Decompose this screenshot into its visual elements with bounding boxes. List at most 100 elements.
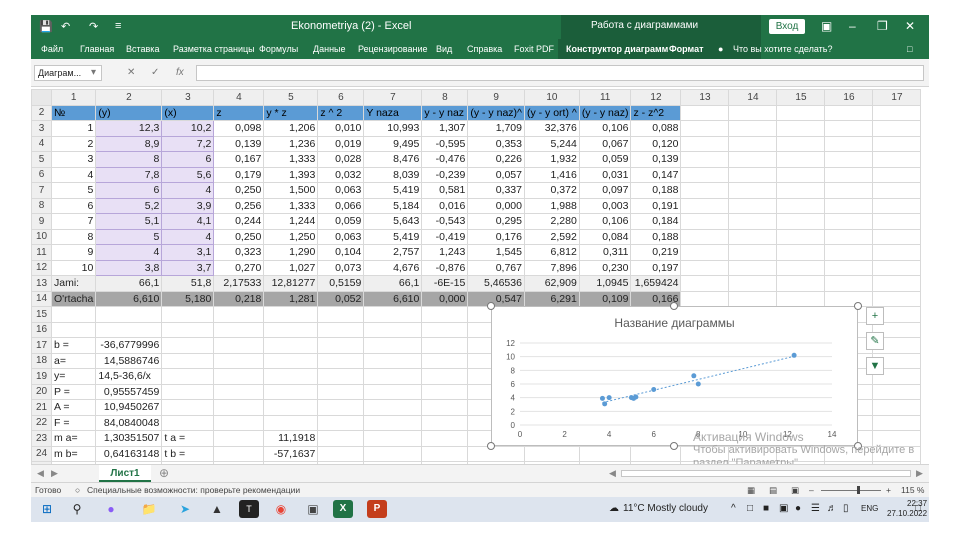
minimize-icon[interactable]: – (849, 19, 856, 33)
cell[interactable] (872, 259, 922, 276)
chart-elements-button[interactable]: + (866, 307, 884, 325)
page-break-view-icon[interactable]: ▣ (791, 485, 799, 496)
cell[interactable]: 5,184 (363, 197, 423, 214)
cell[interactable] (776, 197, 826, 214)
cell[interactable] (95, 321, 163, 338)
cell[interactable] (263, 337, 319, 354)
cell[interactable]: 0,184 (630, 213, 682, 230)
excel-taskbar-icon[interactable]: X (333, 500, 353, 518)
formula-input[interactable] (196, 65, 924, 81)
cell[interactable] (872, 399, 922, 416)
tray-chevron-icon[interactable]: ^ (731, 503, 736, 514)
row-header[interactable]: 19 (31, 368, 52, 385)
cell[interactable]: 1,709 (467, 120, 525, 137)
cell[interactable]: 3,9 (161, 197, 215, 214)
cell[interactable] (161, 414, 215, 431)
cell[interactable]: 1,545 (467, 244, 525, 261)
cell[interactable] (824, 275, 874, 292)
cell[interactable] (680, 151, 730, 168)
cell[interactable]: 0,032 (317, 166, 365, 183)
cell[interactable]: -36,6779996 (95, 337, 163, 354)
horizontal-scroll-left-icon[interactable]: ◀ (609, 468, 616, 479)
cell[interactable]: 0,000 (467, 197, 525, 214)
comments-icon[interactable]: □ (907, 44, 912, 54)
cell[interactable]: 1,206 (263, 120, 319, 137)
cell[interactable]: 1,30351507 (95, 430, 163, 447)
cell[interactable]: 7,896 (523, 259, 580, 276)
column-header[interactable]: 6 (317, 89, 365, 106)
cell[interactable] (680, 166, 730, 183)
cell[interactable]: 0,016 (421, 197, 469, 214)
cell[interactable]: 0,057 (467, 166, 525, 183)
cell[interactable]: 5,6 (161, 166, 215, 183)
cell[interactable] (421, 321, 469, 338)
row-header[interactable]: 18 (31, 352, 52, 369)
row-header[interactable]: 11 (31, 244, 52, 261)
cell[interactable]: 6,291 (523, 290, 580, 307)
tray-icon[interactable]: ▣ (779, 503, 788, 514)
cell[interactable] (161, 306, 215, 323)
cell[interactable] (872, 414, 922, 431)
cell[interactable]: 0,104 (317, 244, 365, 261)
cell[interactable] (728, 197, 778, 214)
cell[interactable]: -0,419 (421, 228, 469, 245)
cell[interactable] (95, 306, 163, 323)
cell[interactable] (50, 306, 97, 323)
cell[interactable] (728, 244, 778, 261)
cell[interactable]: 2,280 (523, 213, 580, 230)
cell[interactable]: 0,226 (467, 151, 525, 168)
cell[interactable] (824, 213, 874, 230)
cell[interactable] (872, 213, 922, 230)
weather-icon[interactable]: ☁ (609, 503, 619, 514)
cell[interactable] (824, 151, 874, 168)
cell[interactable]: 1,244 (263, 213, 319, 230)
cell[interactable]: 3,8 (95, 259, 163, 276)
cell[interactable]: 0,250 (213, 228, 265, 245)
tab-help[interactable]: Справка (467, 44, 502, 54)
cell[interactable]: 0,230 (578, 259, 632, 276)
cell[interactable]: 1,659424 (630, 275, 682, 292)
cell[interactable]: y= (50, 368, 97, 385)
tab-review[interactable]: Рецензирование (358, 44, 428, 54)
cell[interactable]: 1,932 (523, 151, 580, 168)
cell[interactable]: 0,323 (213, 244, 265, 261)
cell[interactable]: 12,3 (95, 120, 163, 137)
cell[interactable] (213, 337, 265, 354)
cell[interactable] (824, 120, 874, 137)
cell[interactable] (728, 104, 778, 121)
chart-resize-handle[interactable] (487, 302, 495, 310)
cell[interactable]: -0,476 (421, 151, 469, 168)
insert-function-icon[interactable]: fx (176, 67, 184, 78)
cell[interactable]: m b= (50, 445, 97, 462)
column-header[interactable]: 1 (50, 89, 97, 106)
cell[interactable]: 10,9450267 (95, 399, 163, 416)
ribbon-display-icon[interactable]: ▣ (821, 19, 832, 33)
cell[interactable]: 8 (50, 228, 97, 245)
cell[interactable] (363, 306, 423, 323)
zoom-slider-thumb[interactable] (857, 486, 860, 494)
cell[interactable] (872, 197, 922, 214)
cell[interactable]: 0,063 (317, 228, 365, 245)
add-sheet-button[interactable]: ⊕ (159, 466, 169, 480)
cell[interactable]: 0,067 (578, 135, 632, 152)
cell[interactable] (421, 368, 469, 385)
cell[interactable] (824, 259, 874, 276)
cell[interactable]: № (50, 104, 97, 121)
undo-icon[interactable]: ↶ (61, 20, 70, 33)
cell[interactable]: 10,2 (161, 120, 215, 137)
maximize-icon[interactable]: ❐ (877, 19, 888, 33)
cell[interactable] (680, 182, 730, 199)
cell[interactable] (363, 337, 423, 354)
cell[interactable] (317, 414, 365, 431)
cell[interactable]: 0,219 (630, 244, 682, 261)
cell[interactable]: 0,372 (523, 182, 580, 199)
cell[interactable] (161, 337, 215, 354)
scatter-chart[interactable]: Название диаграммы 0 2 4 6 8 10 12 0 2 4 6 8 10 12 14 (491, 306, 858, 446)
cell[interactable]: 1,988 (523, 197, 580, 214)
cell[interactable]: 5,244 (523, 135, 580, 152)
column-header[interactable]: 16 (824, 89, 874, 106)
cell[interactable]: 3,7 (161, 259, 215, 276)
cell[interactable]: 0,000 (421, 290, 469, 307)
cell[interactable]: 0,547 (467, 290, 525, 307)
cell[interactable] (317, 321, 365, 338)
